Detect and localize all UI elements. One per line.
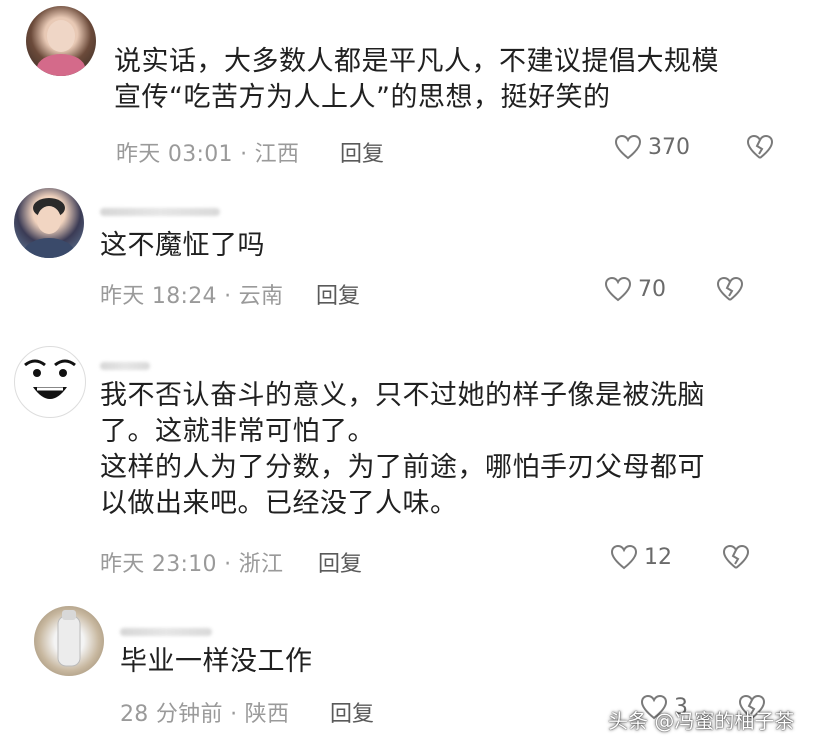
avatar[interactable] — [34, 606, 104, 676]
like-count: 12 — [644, 544, 672, 570]
meme-face-icon — [24, 359, 76, 399]
comment-item: 我不否认奋斗的意义，只不过她的样子像是被洗脑 了。这就非常可怕了。 这样的人为了… — [0, 340, 820, 590]
dislike-button[interactable] — [722, 544, 750, 570]
heart-icon — [604, 276, 632, 302]
dislike-button[interactable] — [746, 134, 774, 160]
comment-item: 说实话，大多数人都是平凡人，不建议提倡大规模 宣传“吃苦方为人上人”的思想，挺好… — [0, 0, 820, 180]
username-blurred — [100, 362, 150, 370]
like-button[interactable]: 12 — [610, 544, 672, 570]
avatar[interactable] — [14, 346, 86, 418]
watermark: 头条 @冯蜜的柚子茶 — [608, 709, 795, 733]
like-button[interactable]: 70 — [604, 276, 666, 302]
broken-heart-icon — [716, 276, 744, 301]
username-blurred — [120, 628, 212, 636]
reply-button[interactable]: 回复 — [316, 278, 360, 310]
like-count: 370 — [648, 134, 690, 160]
avatar-image-icon — [37, 20, 85, 76]
avatar[interactable] — [26, 6, 96, 76]
comment-meta: 昨天 23:10 · 浙江 — [100, 552, 284, 577]
comment-meta: 28 分钟前 · 陕西 — [120, 702, 290, 727]
comment-meta: 昨天 03:01 · 江西 — [116, 142, 300, 167]
avatar-image-icon — [23, 198, 75, 258]
comment-text: 我不否认奋斗的意义，只不过她的样子像是被洗脑 了。这就非常可怕了。 这样的人为了… — [100, 380, 705, 519]
broken-heart-icon — [722, 544, 750, 569]
reply-button[interactable]: 回复 — [340, 136, 384, 168]
reply-button[interactable]: 回复 — [318, 546, 362, 578]
comment-text: 毕业一样没工作 — [120, 646, 313, 677]
avatar-image-icon — [57, 610, 81, 667]
avatar[interactable] — [14, 188, 84, 258]
like-count: 70 — [638, 276, 666, 302]
comment-text: 说实话，大多数人都是平凡人，不建议提倡大规模 宣传“吃苦方为人上人”的思想，挺好… — [114, 46, 719, 113]
like-button[interactable]: 370 — [614, 134, 690, 160]
username-blurred — [100, 208, 220, 216]
heart-icon — [614, 134, 642, 160]
comment-item: 这不魔怔了吗 昨天 18:24 · 云南 回复 70 — [0, 180, 820, 330]
broken-heart-icon — [746, 134, 774, 159]
comment-text: 这不魔怔了吗 — [100, 230, 265, 261]
heart-icon — [610, 544, 638, 570]
reply-button[interactable]: 回复 — [330, 696, 374, 728]
comment-meta: 昨天 18:24 · 云南 — [100, 284, 284, 309]
dislike-button[interactable] — [716, 276, 744, 302]
